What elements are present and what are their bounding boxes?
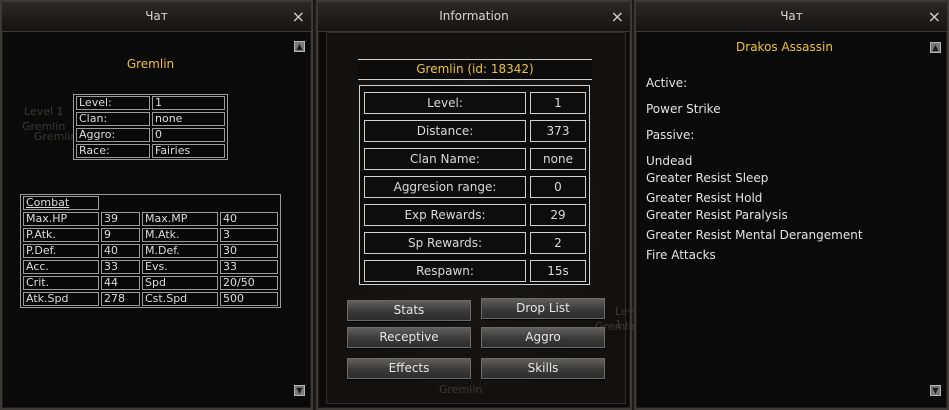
info-row-label: Sp Rewards: — [364, 232, 526, 254]
close-icon[interactable]: × — [611, 2, 624, 32]
title-bar[interactable]: Чат × — [636, 2, 947, 32]
background-ghost-text: Gremlin — [34, 130, 78, 143]
title-bar[interactable]: Information × — [318, 2, 630, 32]
npc-name: Drakos Assassin — [736, 40, 833, 54]
combat-stat-label: Acc. — [23, 260, 99, 274]
combat-stat-label: Evs. — [142, 260, 218, 274]
info-row-label: Level: — [364, 92, 526, 114]
info-label: Level: — [76, 96, 150, 110]
info-row-value: none — [530, 148, 586, 170]
combat-stat-value: 33 — [220, 260, 278, 274]
chat-window-right: Чат × ▲ ▼ Drakos Assassin Active: Power … — [634, 0, 949, 410]
chat-window-left: Чат × ▲ ▼ Level 1 Gremlin Gremlin Gremli… — [0, 0, 313, 410]
info-row-label: Exp Rewards: — [364, 204, 526, 226]
combat-stat-label: M.Atk. — [142, 228, 218, 242]
combat-stat-label: P.Def. — [23, 244, 99, 258]
receptive-button[interactable]: Receptive — [347, 327, 471, 348]
close-icon[interactable]: × — [292, 2, 305, 32]
passive-skill: Greater Resist Paralysis — [646, 208, 788, 222]
window-title: Чат — [145, 9, 168, 23]
passive-label: Passive: — [646, 128, 695, 142]
info-row-label: Distance: — [364, 120, 526, 142]
combat-stat-value: 40 — [220, 212, 278, 226]
combat-stat-value: 30 — [220, 244, 278, 258]
info-row-value: 15s — [530, 260, 586, 282]
window-title: Information — [439, 9, 509, 23]
passive-skill: Greater Resist Mental Derangement — [646, 228, 863, 242]
combat-stat-label: Max.HP — [23, 212, 99, 226]
combat-stat-label: P.Atk. — [23, 228, 99, 242]
close-icon[interactable]: × — [928, 2, 941, 32]
npc-header-text: Gremlin (id: 18342) — [416, 62, 534, 76]
passive-skill: Undead — [646, 154, 693, 168]
info-row-label: Respawn: — [364, 260, 526, 282]
combat-stat-label: Cst.Spd — [142, 292, 218, 306]
passive-skill: Greater Resist Hold — [646, 191, 763, 205]
combat-stat-value: 3 — [220, 228, 278, 242]
info-row-value: 2 — [530, 232, 586, 254]
passive-skill: Fire Attacks — [646, 248, 716, 262]
combat-stat-value: 9 — [101, 228, 140, 242]
info-row-label: Aggresion range: — [364, 176, 526, 198]
combat-stat-label: Max.MP — [142, 212, 218, 226]
info-row-label: Clan Name: — [364, 148, 526, 170]
combat-stat-value: 44 — [101, 276, 140, 290]
drop-list-button[interactable]: Drop List — [481, 298, 605, 319]
combat-stat-value: 40 — [101, 244, 140, 258]
basic-info-table: Level: 1 Clan: none Aggro: 0 Race: Fairi… — [73, 94, 228, 160]
stats-button[interactable]: Stats — [347, 300, 471, 321]
info-value: 1 — [152, 96, 225, 110]
npc-header: Gremlin (id: 18342) — [358, 59, 592, 80]
info-row-value: 0 — [530, 176, 586, 198]
info-label: Race: — [76, 144, 150, 158]
info-value: none — [152, 112, 225, 126]
scroll-down-icon[interactable]: ▼ — [930, 385, 941, 396]
info-value: 0 — [152, 128, 225, 142]
combat-table: Combat Max.HP 39 Max.MP 40 P.Atk. 9 M.Atk. 3 P.D… — [20, 194, 281, 308]
info-stats-panel: Level: 1 Distance: 373 Clan Name: none Aggresi… — [359, 85, 590, 285]
info-row-value: 373 — [530, 120, 586, 142]
combat-stat-label: Spd — [142, 276, 218, 290]
npc-name: Gremlin — [126, 57, 175, 71]
scroll-up-icon[interactable]: ▲ — [294, 41, 305, 52]
info-label: Aggro: — [76, 128, 150, 142]
combat-stat-label: Atk.Spd — [23, 292, 99, 306]
combat-stat-value: 500 — [220, 292, 278, 306]
active-label: Active: — [646, 76, 688, 90]
combat-title: Combat — [23, 196, 99, 210]
info-row-value: 1 — [530, 92, 586, 114]
combat-stat-value: 20/50 — [220, 276, 278, 290]
effects-button[interactable]: Effects — [347, 358, 471, 379]
skills-button[interactable]: Skills — [481, 358, 605, 379]
combat-stat-value: 33 — [101, 260, 140, 274]
information-window: Information × Level 1 Gremlin Gremlin Gr… — [316, 0, 644, 410]
info-row-value: 29 — [530, 204, 586, 226]
title-bar[interactable]: Чат × — [2, 2, 311, 32]
window-title: Чат — [780, 9, 803, 23]
background-ghost-text: Gremlin — [439, 383, 483, 396]
info-value: Fairies — [152, 144, 225, 158]
background-ghost-text: Level 1 — [24, 105, 64, 118]
combat-stat-label: M.Def. — [142, 244, 218, 258]
info-label: Clan: — [76, 112, 150, 126]
combat-stat-label: Crit. — [23, 276, 99, 290]
aggro-button[interactable]: Aggro — [481, 327, 605, 348]
combat-stat-value: 39 — [101, 212, 140, 226]
scroll-down-icon[interactable]: ▼ — [294, 385, 305, 396]
active-skill: Power Strike — [646, 102, 721, 116]
passive-skill: Greater Resist Sleep — [646, 171, 769, 185]
combat-stat-value: 278 — [101, 292, 140, 306]
